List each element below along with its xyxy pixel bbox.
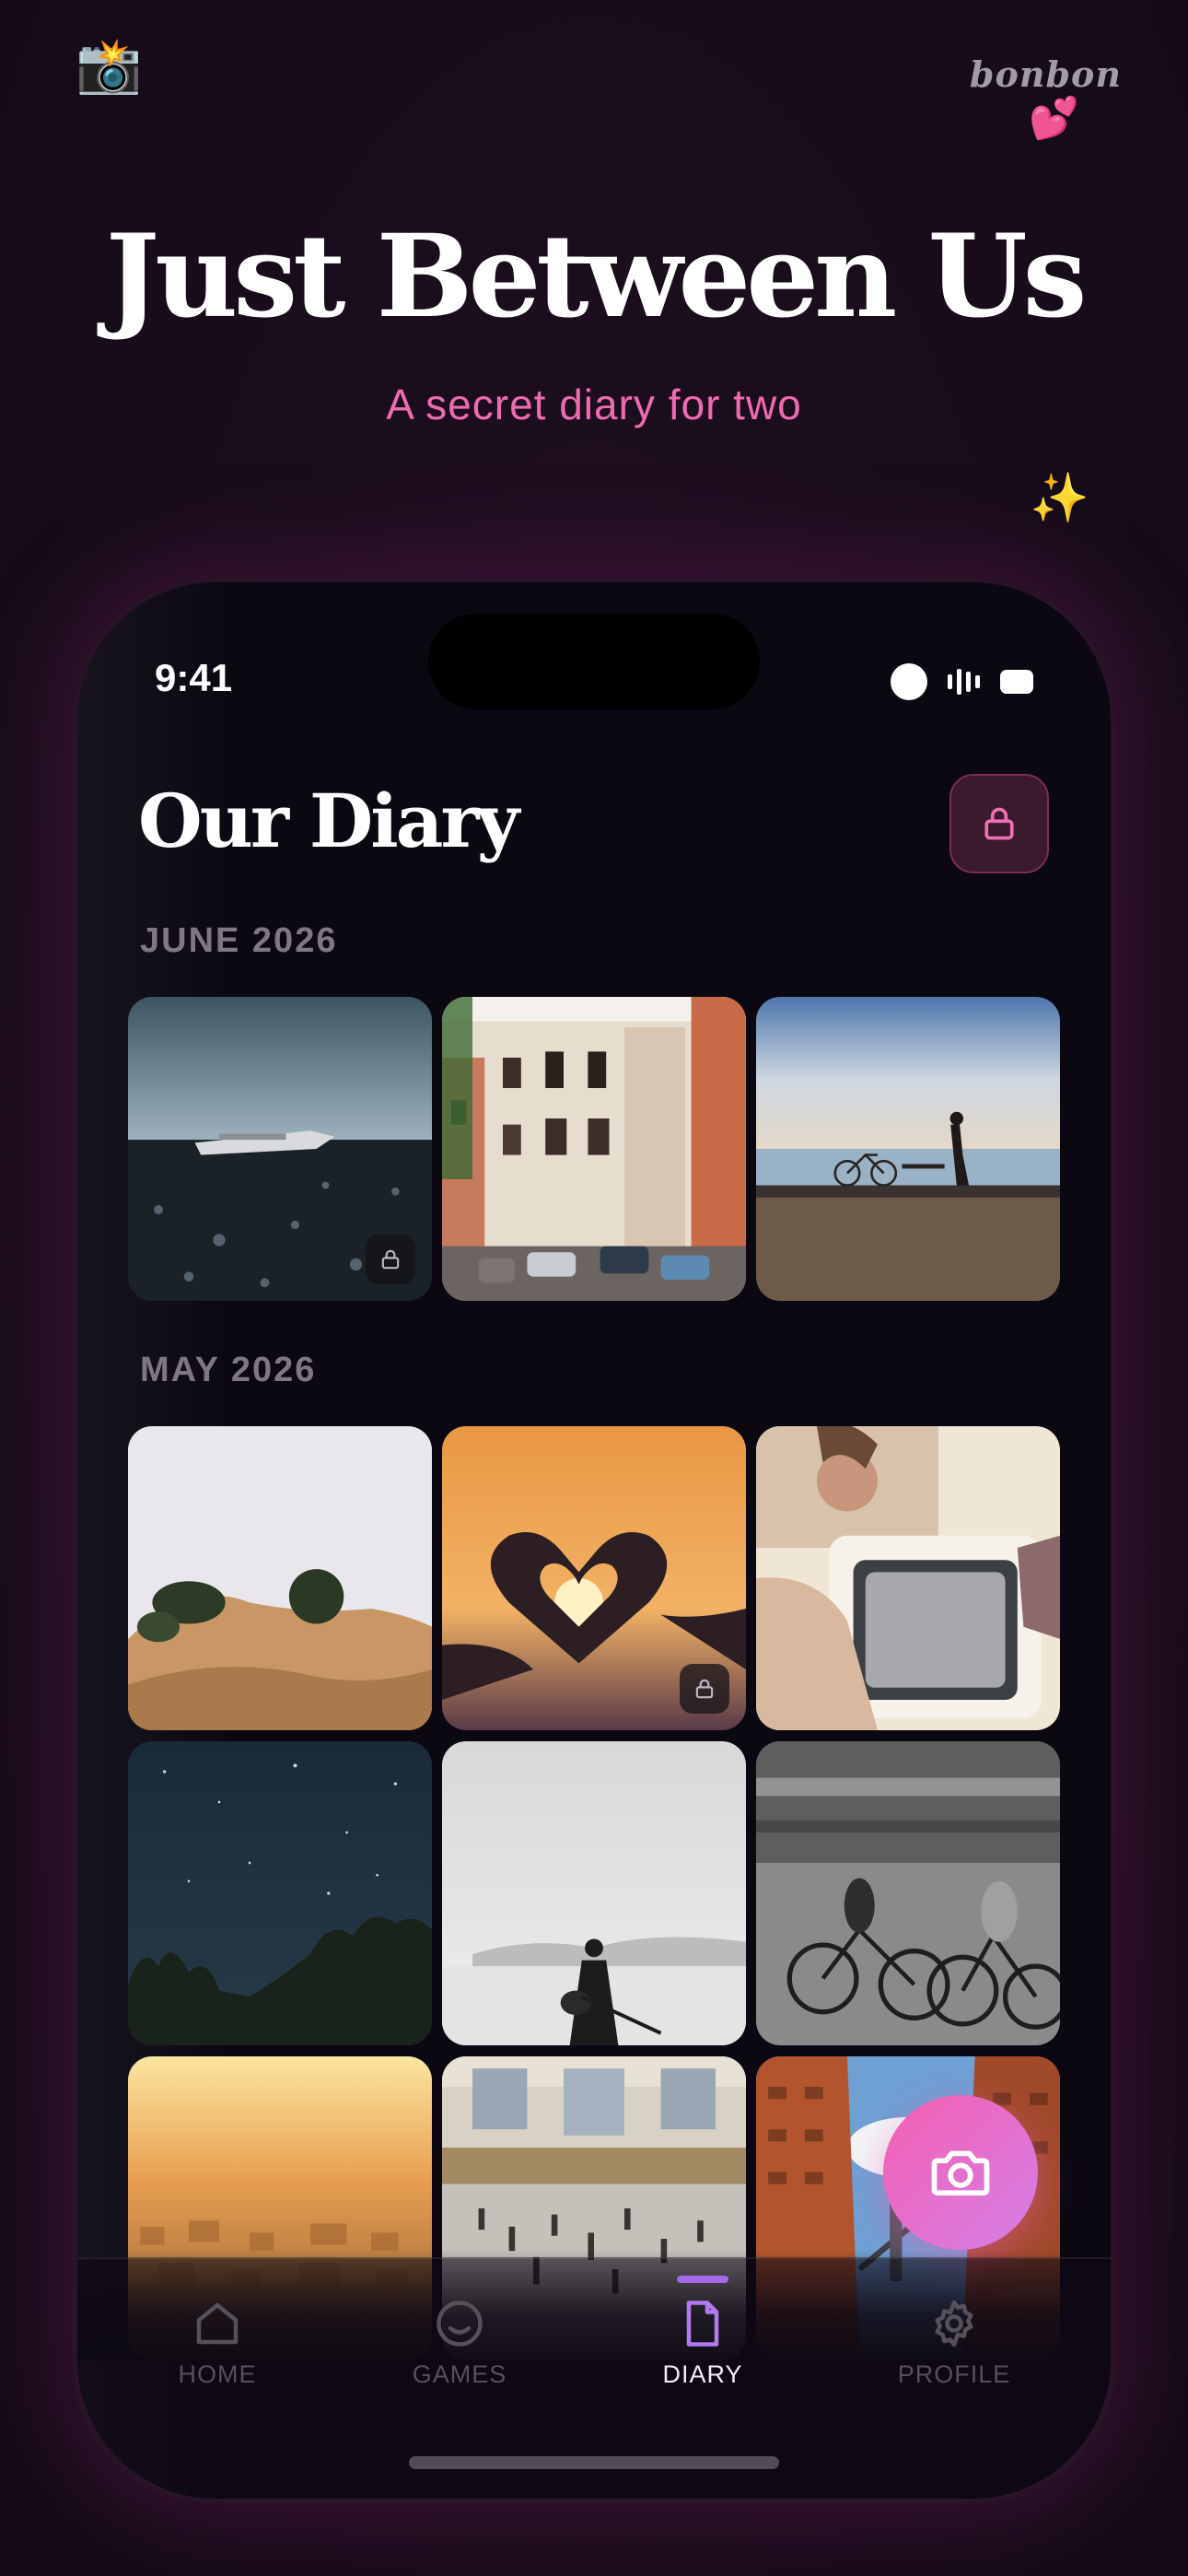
gear-icon bbox=[935, 2300, 973, 2348]
status-circle-icon bbox=[891, 663, 927, 700]
hearts-emoji: 💕 bbox=[1029, 95, 1079, 142]
page-headline: Just Between Us bbox=[105, 210, 1088, 344]
tab-label: DIARY bbox=[662, 2360, 743, 2388]
tab-label: HOME bbox=[178, 2360, 257, 2388]
tile-lock-badge bbox=[680, 1664, 729, 1714]
tab-diary[interactable]: DIARY bbox=[611, 2276, 795, 2389]
lock-icon bbox=[695, 1679, 714, 1699]
photo-tile-bicycle-sea[interactable] bbox=[756, 997, 1060, 1301]
home-icon bbox=[196, 2302, 239, 2345]
tab-games[interactable]: GAMES bbox=[367, 2296, 552, 2389]
battery-icon bbox=[1000, 670, 1033, 694]
diary-title: Our Diary bbox=[138, 778, 519, 864]
phone-mockup: 9:41 Our Diary JUNE 2026 MAY 2026 HOME G… bbox=[77, 582, 1111, 2499]
document-icon bbox=[686, 2301, 719, 2347]
sparkle-emoji: ✨ bbox=[1030, 471, 1089, 526]
photo-tile-heart-hands[interactable] bbox=[442, 1426, 746, 1730]
home-indicator bbox=[409, 2456, 779, 2469]
tile-lock-badge bbox=[366, 1235, 415, 1284]
brand-logo: bonbon 💕 bbox=[970, 53, 1122, 139]
dynamic-island bbox=[428, 614, 760, 709]
photo-tile-cyclists[interactable] bbox=[756, 1741, 1060, 2045]
photo-tile-plane-wreck[interactable] bbox=[128, 997, 432, 1301]
tab-profile[interactable]: PROFILE bbox=[862, 2296, 1046, 2389]
status-icons bbox=[891, 663, 1033, 700]
camera-emoji: 📸 bbox=[76, 34, 143, 97]
camera-fab-button[interactable] bbox=[883, 2095, 1038, 2250]
lock-icon bbox=[381, 1249, 400, 1270]
tab-label: PROFILE bbox=[897, 2360, 1011, 2388]
photo-tile-old-street[interactable] bbox=[442, 997, 746, 1301]
photo-tile-misty-hill[interactable] bbox=[128, 1426, 432, 1730]
tab-home[interactable]: HOME bbox=[125, 2296, 309, 2389]
lock-icon bbox=[984, 807, 1014, 840]
active-tab-indicator bbox=[677, 2276, 728, 2283]
signal-icon bbox=[948, 669, 980, 695]
brand-name: bonbon bbox=[969, 53, 1122, 95]
photo-tile-guitar-desert[interactable] bbox=[442, 1741, 746, 2045]
photo-tile-van-window[interactable] bbox=[756, 1426, 1060, 1730]
smile-icon bbox=[437, 2301, 483, 2347]
photo-tile-starry-night[interactable] bbox=[128, 1741, 432, 2045]
camera-icon bbox=[931, 2150, 990, 2196]
section-label-june: JUNE 2026 bbox=[140, 921, 338, 960]
tab-label: GAMES bbox=[412, 2360, 507, 2388]
section-label-may: MAY 2026 bbox=[140, 1351, 317, 1389]
page-tagline: A secret diary for two bbox=[386, 381, 802, 428]
lock-button[interactable] bbox=[949, 774, 1049, 873]
status-time: 9:41 bbox=[155, 656, 233, 699]
